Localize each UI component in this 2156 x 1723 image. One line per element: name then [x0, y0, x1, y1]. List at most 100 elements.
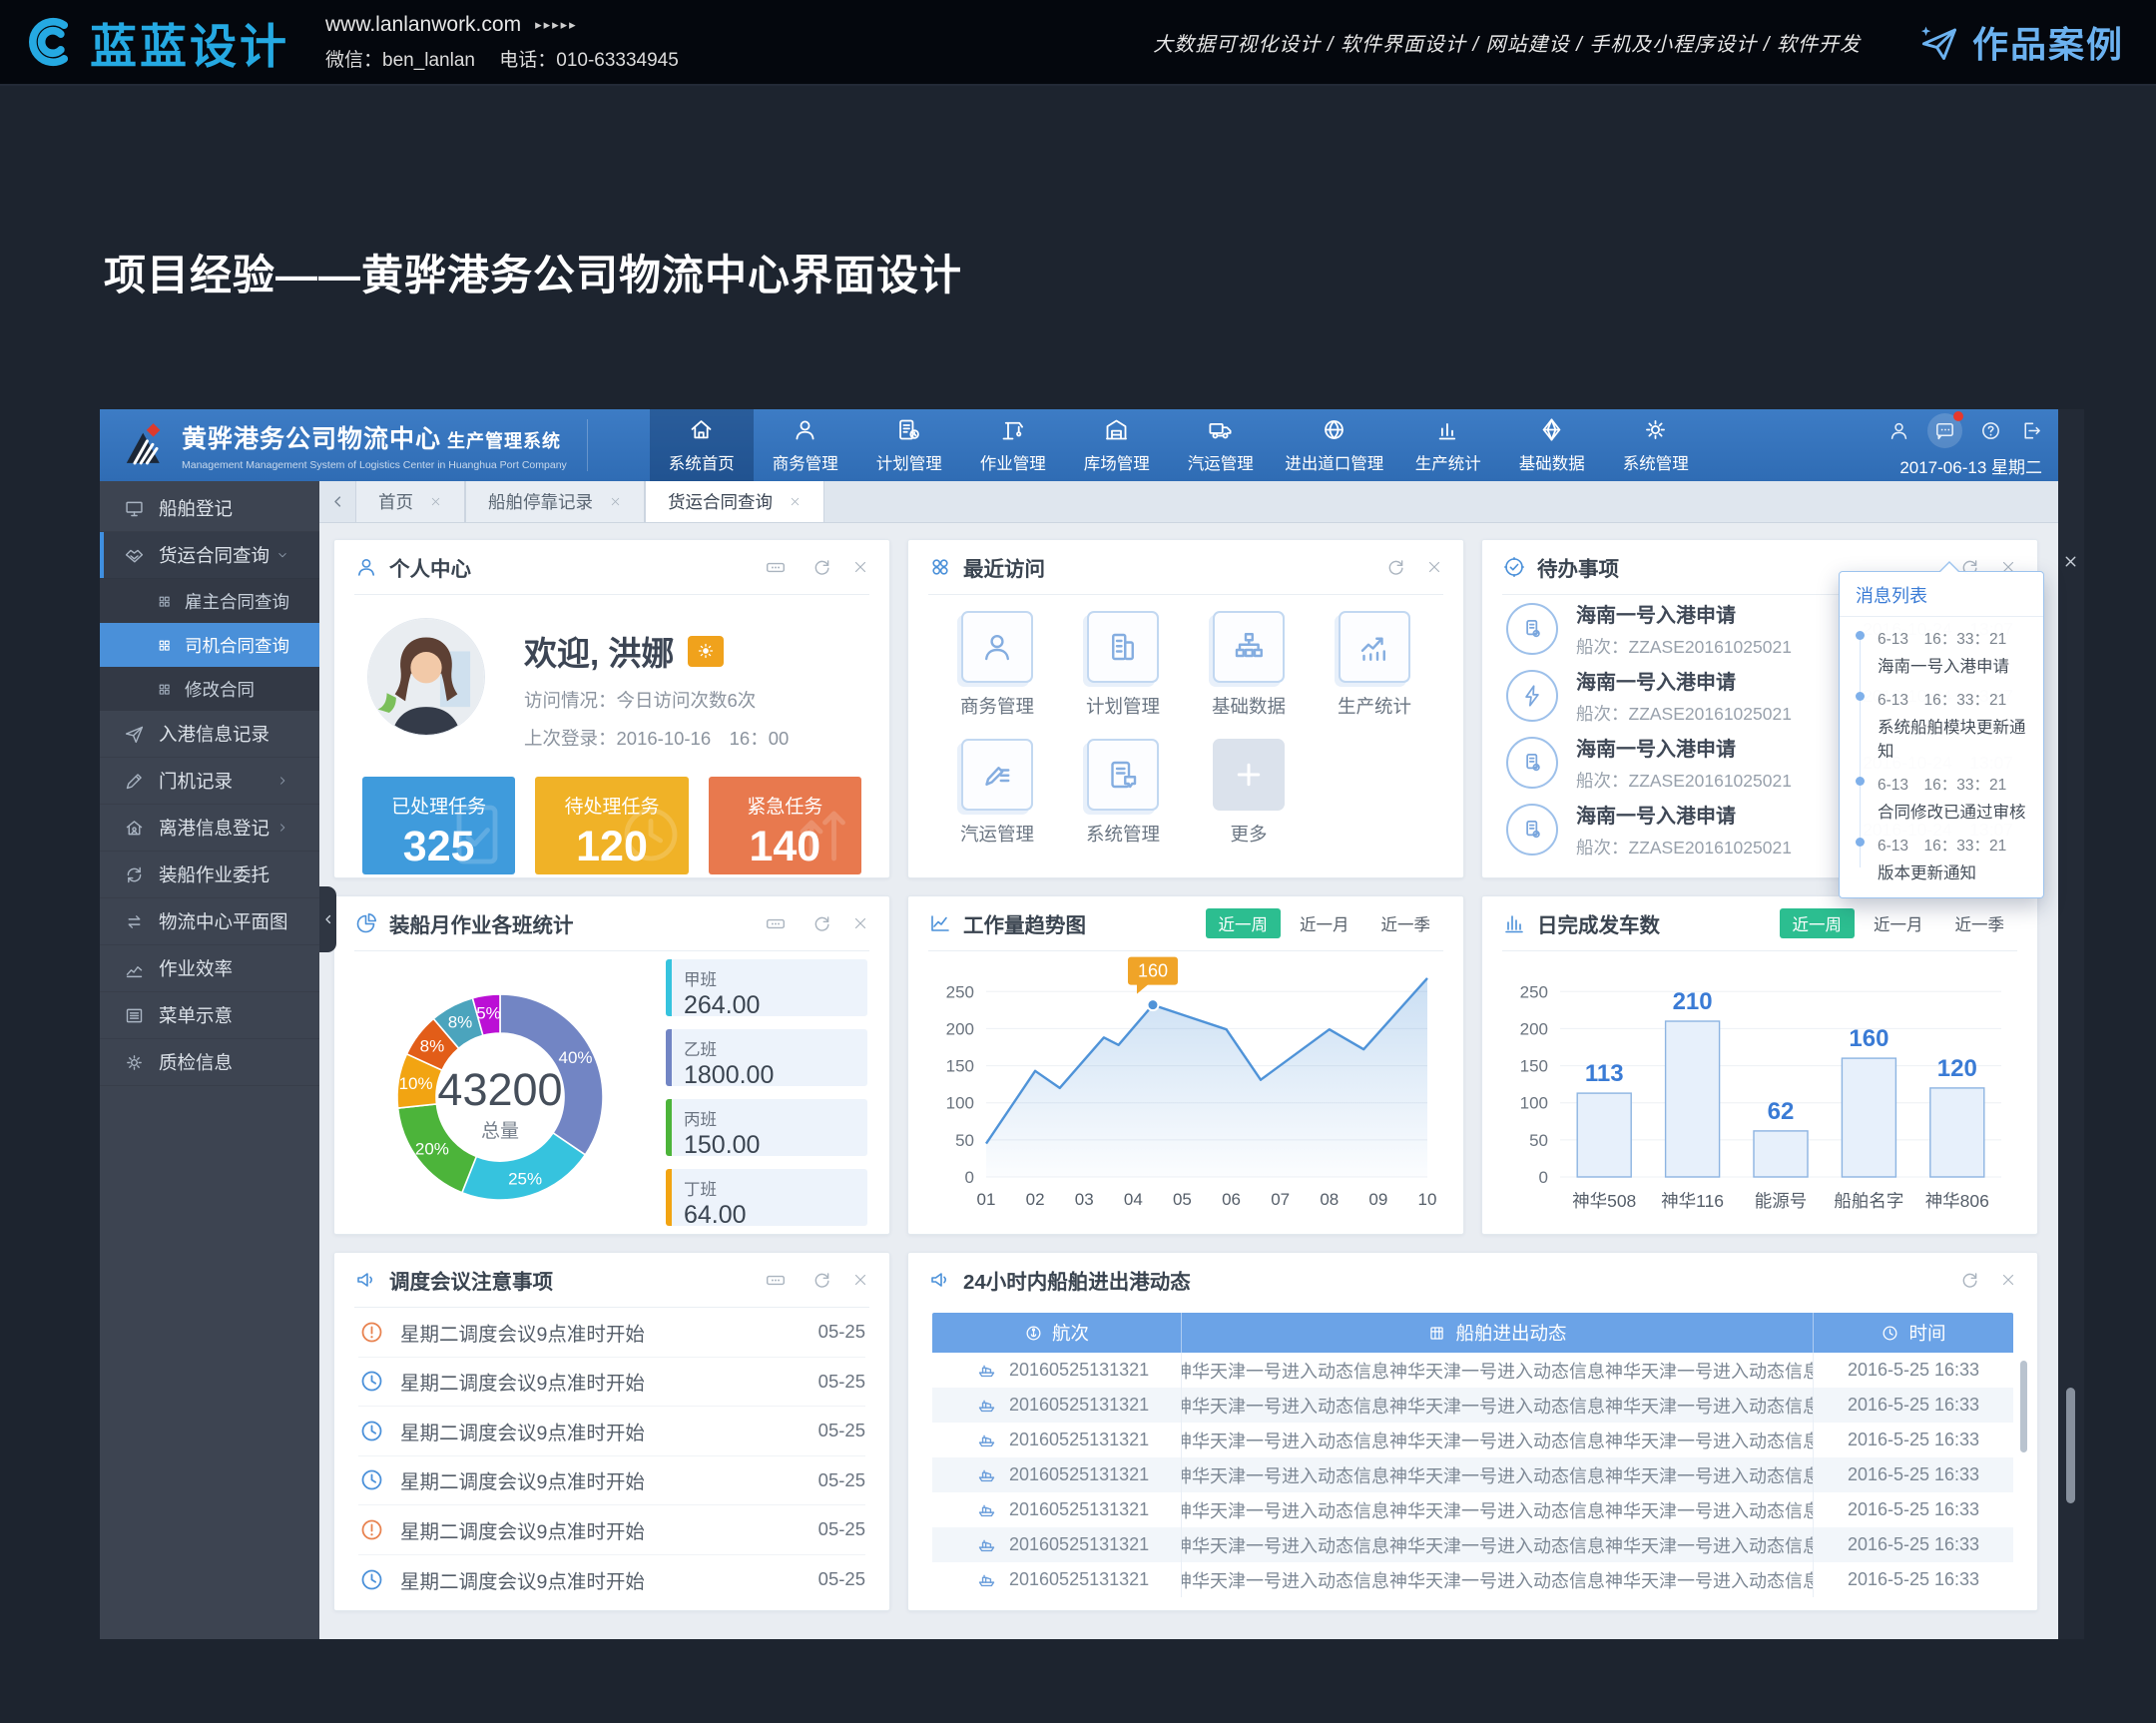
close-icon[interactable]: [851, 1271, 869, 1289]
meeting-item-2[interactable]: 星期二调度会议9点准时开始05-25: [358, 1407, 865, 1456]
close-icon[interactable]: [851, 558, 869, 576]
portfolio-link[interactable]: 作品案例: [1916, 16, 2124, 68]
close-icon[interactable]: [851, 914, 869, 932]
nav-item-7[interactable]: 生产统计: [1396, 409, 1500, 481]
tab-0[interactable]: 首页: [355, 481, 465, 522]
range-button-1[interactable]: 近一月: [1861, 908, 1936, 938]
table-row-4[interactable]: 20160525131321神华天津一号进入动态信息神华天津一号进入动态信息神华…: [932, 1492, 2013, 1527]
sidebar-item-0[interactable]: 船舶登记: [100, 485, 319, 532]
meeting-item-0[interactable]: 星期二调度会议9点准时开始05-25: [358, 1308, 865, 1358]
message-time: 6-13 16：33：21: [1878, 627, 2033, 649]
meeting-item-1[interactable]: 星期二调度会议9点准时开始05-25: [358, 1358, 865, 1408]
sidebar-collapse-handle[interactable]: [319, 886, 336, 952]
range-button-0[interactable]: 近一周: [1780, 908, 1856, 938]
stat-box-2[interactable]: 紧急任务140: [709, 777, 861, 874]
sidebar-subitem-0[interactable]: 雇主合同查询: [100, 579, 319, 623]
sidebar-item-8[interactable]: 菜单示意: [100, 992, 319, 1039]
sidebar-item-2[interactable]: 入港信息记录: [100, 711, 319, 758]
nav-item-1[interactable]: 商务管理: [754, 409, 857, 481]
util-profile[interactable]: [1887, 419, 1910, 442]
nav-item-3[interactable]: 作业管理: [961, 409, 1065, 481]
tab-1[interactable]: 船舶停靠记录: [465, 481, 645, 522]
table-scrollbar-thumb[interactable]: [2020, 1361, 2027, 1452]
shortcut-6[interactable]: 更多: [1186, 739, 1312, 847]
range-button-2[interactable]: 近一季: [1368, 908, 1444, 938]
nav-item-2[interactable]: 计划管理: [857, 409, 961, 481]
sidebar-subitem-1[interactable]: 司机合同查询: [100, 623, 319, 667]
nav-item-0[interactable]: 系统首页: [650, 409, 754, 481]
nav-item-6[interactable]: 进出道口管理: [1273, 409, 1396, 481]
sidebar-item-7[interactable]: 作业效率: [100, 945, 319, 992]
message-item-1[interactable]: 6-13 16：33：21系统船舶模块更新通知: [1856, 688, 2033, 762]
website-url[interactable]: www.lanlanwork.com: [325, 13, 521, 37]
sun-icon: [696, 641, 716, 661]
shortcut-0[interactable]: 商务管理: [934, 611, 1060, 719]
nav-item-9[interactable]: 系统管理: [1604, 409, 1708, 481]
close-icon[interactable]: [2062, 553, 2079, 570]
table-row-0[interactable]: 20160525131321神华天津一号进入动态信息神华天津一号进入动态信息神华…: [932, 1353, 2013, 1388]
shortcut-4[interactable]: 汽运管理: [934, 739, 1060, 847]
util-help[interactable]: [1979, 419, 2002, 442]
nav-item-5[interactable]: 汽运管理: [1169, 409, 1273, 481]
ellipsis-box-icon[interactable]: [759, 1270, 793, 1291]
card-shift-statistics: 装船月作业各班统计 40%25%20%10%8%8%5%43200总量 甲班26…: [333, 895, 890, 1235]
sidebar-item-3[interactable]: 门机记录: [100, 758, 319, 805]
svg-text:06: 06: [1222, 1190, 1241, 1209]
close-icon[interactable]: [1999, 1271, 2017, 1289]
shortcut-tile: [961, 739, 1033, 811]
sidebar-item-9[interactable]: 质检信息: [100, 1039, 319, 1086]
message-time: 6-13 16：33：21: [1878, 773, 2033, 795]
refresh-icon[interactable]: [811, 557, 832, 578]
meeting-item-3[interactable]: 星期二调度会议9点准时开始05-25: [358, 1456, 865, 1506]
refresh-icon[interactable]: [1959, 1270, 1980, 1291]
page-scrollbar-thumb[interactable]: [2066, 1388, 2075, 1503]
util-messages[interactable]: [1927, 413, 1962, 448]
sidebar-item-1[interactable]: 货运合同查询: [100, 532, 319, 579]
tab-back-button[interactable]: [319, 481, 355, 522]
shortcut-5[interactable]: 系统管理: [1060, 739, 1186, 847]
meeting-item-4[interactable]: 星期二调度会议9点准时开始05-25: [358, 1505, 865, 1555]
nav-item-label: 基础数据: [1519, 450, 1585, 474]
sidebar-item-5[interactable]: 装船作业委托: [100, 852, 319, 898]
sidebar-item-label: 船舶登记: [159, 495, 233, 521]
nav-item-4[interactable]: 库场管理: [1065, 409, 1169, 481]
legend-value: 64.00: [684, 1201, 867, 1230]
range-button-0[interactable]: 近一周: [1206, 908, 1282, 938]
table-row-2[interactable]: 20160525131321神华天津一号进入动态信息神华天津一号进入动态信息神华…: [932, 1423, 2013, 1457]
svg-text:120: 120: [1937, 1055, 1977, 1082]
refresh-icon[interactable]: [1385, 557, 1406, 578]
close-icon[interactable]: [1425, 558, 1443, 576]
svg-text:200: 200: [1520, 1019, 1548, 1038]
sidebar-item-4[interactable]: 离港信息登记: [100, 805, 319, 852]
svg-text:50: 50: [955, 1131, 974, 1150]
message-item-2[interactable]: 6-13 16：33：21合同修改已通过审核: [1856, 773, 2033, 823]
meeting-item-5[interactable]: 星期二调度会议9点准时开始05-25: [358, 1555, 865, 1605]
ellipsis-box-icon[interactable]: [759, 913, 793, 934]
nav-item-8[interactable]: 基础数据: [1500, 409, 1604, 481]
refresh-icon[interactable]: [811, 913, 832, 934]
stat-label: 已处理任务: [362, 792, 515, 819]
svg-text:10%: 10%: [399, 1074, 433, 1093]
sidebar-item-6[interactable]: 物流中心平面图: [100, 898, 319, 945]
tab-2[interactable]: 货运合同查询: [645, 481, 824, 522]
shortcut-1[interactable]: 计划管理: [1060, 611, 1186, 719]
table-row-3[interactable]: 20160525131321神华天津一号进入动态信息神华天津一号进入动态信息神华…: [932, 1457, 2013, 1492]
util-logout[interactable]: [2019, 419, 2042, 442]
sidebar-item-label: 质检信息: [159, 1049, 233, 1075]
range-button-1[interactable]: 近一月: [1287, 908, 1362, 938]
table-row-6[interactable]: 20160525131321神华天津一号进入动态信息神华天津一号进入动态信息神华…: [932, 1562, 2013, 1597]
sidebar-subitem-2[interactable]: 修改合同: [100, 667, 319, 711]
stat-box-1[interactable]: 待处理任务120: [535, 777, 688, 874]
stat-box-0[interactable]: 已处理任务325: [362, 777, 515, 874]
table-row-5[interactable]: 20160525131321神华天津一号进入动态信息神华天津一号进入动态信息神华…: [932, 1527, 2013, 1562]
table-row-1[interactable]: 20160525131321神华天津一号进入动态信息神华天津一号进入动态信息神华…: [932, 1388, 2013, 1423]
shortcut-2[interactable]: 基础数据: [1186, 611, 1312, 719]
message-item-3[interactable]: 6-13 16：33：21版本更新通知: [1856, 834, 2033, 883]
refresh-icon[interactable]: [811, 1270, 832, 1291]
message-item-0[interactable]: 6-13 16：33：21海南一号入港申请: [1856, 627, 2033, 677]
sidebar-item-label: 货运合同查询: [159, 542, 270, 568]
ship-icon: [976, 1430, 997, 1450]
ellipsis-box-icon[interactable]: [759, 557, 793, 578]
shortcut-3[interactable]: 生产统计: [1312, 611, 1437, 719]
range-button-2[interactable]: 近一季: [1942, 908, 2018, 938]
